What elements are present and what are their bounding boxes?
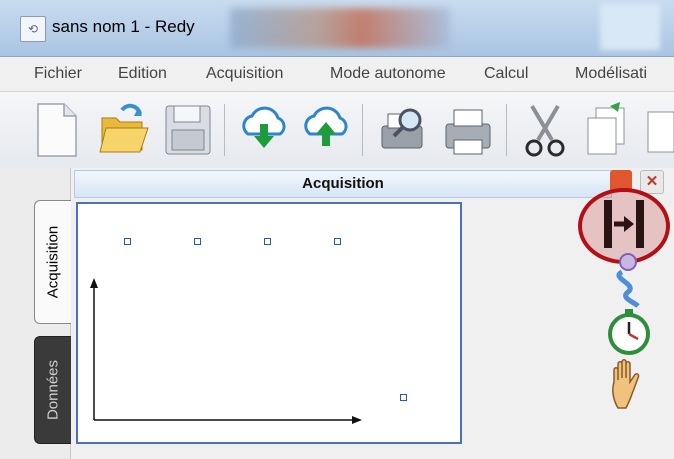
background-blur <box>230 8 450 48</box>
print-preview-icon[interactable] <box>376 100 432 160</box>
graph-area[interactable] <box>76 202 462 444</box>
menu-edition[interactable]: Edition <box>118 65 167 83</box>
panel-header: Acquisition <box>74 170 612 198</box>
panel-close-button[interactable]: ✕ <box>640 170 664 194</box>
panel-title: Acquisition <box>302 175 384 192</box>
tab-acquisition-label: Acquisition <box>44 225 62 299</box>
data-point <box>400 394 407 401</box>
menu-bar: Fichier Edition Acquisition Mode autonom… <box>0 57 674 92</box>
toolbar <box>0 92 674 169</box>
print-icon[interactable] <box>440 100 496 160</box>
title-bar: ⟲ sans nom 1 - Redy <box>0 0 674 57</box>
cloud-upload-icon[interactable] <box>298 100 354 160</box>
menu-modelisation[interactable]: Modélisati <box>575 65 647 83</box>
open-folder-icon[interactable] <box>96 100 152 160</box>
data-point <box>124 238 131 245</box>
tab-donnees-label: Données <box>44 359 62 421</box>
tab-donnees[interactable]: Données <box>34 336 71 444</box>
data-point <box>334 238 341 245</box>
timer-icon[interactable] <box>604 306 654 361</box>
copy-icon[interactable] <box>580 100 636 160</box>
menu-calcul[interactable]: Calcul <box>484 65 528 83</box>
new-file-icon[interactable] <box>30 100 86 160</box>
data-point <box>264 238 271 245</box>
save-icon[interactable] <box>160 100 216 160</box>
hand-icon[interactable] <box>608 358 652 415</box>
start-acquisition-icon[interactable] <box>598 196 650 257</box>
toolbar-separator <box>506 104 507 156</box>
menu-mode-autonome[interactable]: Mode autonome <box>330 65 446 83</box>
cloud-download-icon[interactable] <box>236 100 292 160</box>
window-title: sans nom 1 - Redy <box>52 17 195 36</box>
toolbar-separator <box>224 104 225 156</box>
redy-app-icon[interactable]: ⟲ <box>20 16 46 42</box>
cut-icon[interactable] <box>518 100 574 160</box>
menu-acquisition[interactable]: Acquisition <box>206 65 283 83</box>
menu-fichier[interactable]: Fichier <box>34 65 82 83</box>
data-point <box>194 238 201 245</box>
background-blur <box>600 4 660 50</box>
paste-icon[interactable] <box>642 100 674 160</box>
tab-acquisition[interactable]: Acquisition <box>34 200 71 324</box>
toolbar-separator <box>362 104 363 156</box>
